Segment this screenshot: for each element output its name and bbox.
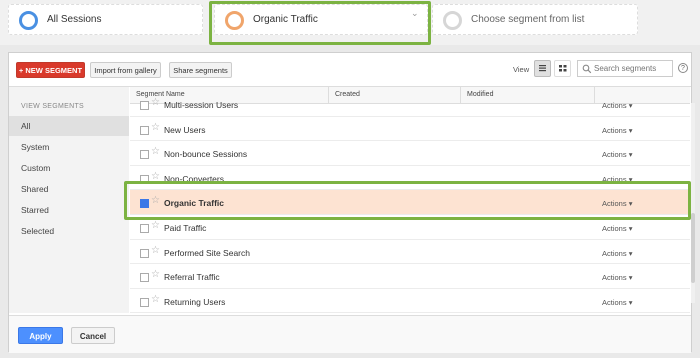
star-icon[interactable]: ☆ bbox=[151, 97, 160, 108]
actions-menu[interactable]: Actions ▾ bbox=[602, 126, 632, 135]
actions-menu[interactable]: Actions ▾ bbox=[602, 224, 632, 233]
actions-label: Actions bbox=[602, 150, 627, 160]
new-segment-button[interactable]: + NEW SEGMENT bbox=[16, 62, 85, 78]
highlight-outline-segment bbox=[209, 1, 431, 45]
sidebar-item-selected[interactable]: Selected bbox=[9, 221, 129, 241]
search-box bbox=[577, 60, 673, 77]
star-icon[interactable]: ☆ bbox=[151, 269, 160, 280]
sidebar-item-system[interactable]: System bbox=[9, 137, 129, 157]
table-row[interactable]: ☆ Non-bounce Sessions Actions ▾ bbox=[130, 141, 690, 166]
actions-label: Actions bbox=[602, 248, 627, 258]
row-checkbox[interactable] bbox=[140, 248, 149, 258]
star-icon[interactable]: ☆ bbox=[151, 245, 160, 256]
list-view-icon bbox=[539, 65, 546, 72]
help-icon[interactable]: ? bbox=[678, 63, 688, 73]
share-segments-button[interactable]: Share segments bbox=[169, 62, 232, 78]
list-view-button[interactable] bbox=[534, 60, 551, 77]
segment-name: Performed Site Search bbox=[164, 247, 250, 258]
segment-name: Non-bounce Sessions bbox=[164, 149, 248, 160]
segment-ring-icon bbox=[19, 11, 38, 30]
row-checkbox[interactable] bbox=[140, 101, 149, 110]
view-segments-sidebar: VIEW SEGMENTS All System Custom Shared S… bbox=[9, 87, 129, 313]
star-icon[interactable]: ☆ bbox=[151, 220, 160, 231]
actions-menu[interactable]: Actions ▾ bbox=[602, 150, 632, 159]
star-icon[interactable]: ☆ bbox=[151, 146, 160, 157]
actions-label: Actions bbox=[602, 125, 627, 135]
table-row[interactable]: ☆ Referral Traffic Actions ▾ bbox=[130, 264, 690, 289]
table-row[interactable]: ☆ Performed Site Search Actions ▾ bbox=[130, 240, 690, 265]
star-icon[interactable]: ☆ bbox=[151, 294, 160, 305]
view-label: View bbox=[513, 65, 530, 74]
segment-name: Multi-session Users bbox=[164, 100, 239, 110]
actions-menu[interactable]: Actions ▾ bbox=[602, 101, 632, 110]
search-icon bbox=[582, 64, 592, 74]
row-checkbox[interactable] bbox=[140, 224, 149, 233]
grid-view-icon bbox=[559, 65, 567, 72]
toolbar: + NEW SEGMENT Import from gallery Share … bbox=[9, 53, 691, 87]
apply-button[interactable]: Apply bbox=[18, 327, 63, 344]
segment-ring-icon bbox=[443, 11, 462, 30]
sidebar-heading: VIEW SEGMENTS bbox=[21, 103, 85, 110]
cancel-button[interactable]: Cancel bbox=[71, 327, 115, 344]
search-input[interactable] bbox=[594, 62, 670, 75]
table-row[interactable]: ☆ Multi-session Users Actions ▾ bbox=[130, 92, 690, 117]
actions-label: Actions bbox=[602, 297, 627, 307]
actions-label: Actions bbox=[602, 273, 627, 283]
actions-menu[interactable]: Actions ▾ bbox=[602, 273, 632, 282]
actions-menu[interactable]: Actions ▾ bbox=[602, 298, 632, 307]
segment-label: Choose segment from list bbox=[471, 14, 585, 25]
segment-name: Paid Traffic bbox=[164, 223, 207, 233]
segment-card-all-sessions[interactable]: All Sessions bbox=[8, 4, 203, 35]
table-row[interactable]: ☆ New Users Actions ▾ bbox=[130, 117, 690, 142]
segment-card-choose[interactable]: Choose segment from list bbox=[432, 4, 638, 35]
highlight-outline-row bbox=[124, 181, 691, 220]
segment-label: All Sessions bbox=[47, 14, 102, 25]
scrollbar-thumb[interactable] bbox=[691, 213, 695, 283]
row-checkbox[interactable] bbox=[140, 125, 149, 135]
actions-label: Actions bbox=[602, 101, 627, 110]
help-glyph: ? bbox=[681, 65, 685, 72]
row-checkbox[interactable] bbox=[140, 297, 149, 307]
row-checkbox[interactable] bbox=[140, 273, 149, 283]
sidebar-item-starred[interactable]: Starred bbox=[9, 200, 129, 220]
segment-name: New Users bbox=[164, 124, 206, 135]
table-row[interactable]: ☆ Returning Users Actions ▾ bbox=[130, 289, 690, 313]
star-icon[interactable]: ☆ bbox=[151, 122, 160, 133]
row-checkbox[interactable] bbox=[140, 150, 149, 160]
dialog-footer: Apply Cancel bbox=[9, 315, 691, 353]
actions-menu[interactable]: Actions ▾ bbox=[602, 249, 632, 258]
segment-name: Returning Users bbox=[164, 296, 226, 307]
sidebar-item-custom[interactable]: Custom bbox=[9, 158, 129, 178]
grid-view-button[interactable] bbox=[554, 60, 571, 77]
sidebar-item-all[interactable]: All bbox=[9, 116, 129, 136]
sidebar-item-shared[interactable]: Shared bbox=[9, 179, 129, 199]
actions-label: Actions bbox=[602, 224, 627, 233]
segment-name: Referral Traffic bbox=[164, 272, 220, 283]
import-from-gallery-button[interactable]: Import from gallery bbox=[90, 62, 161, 78]
